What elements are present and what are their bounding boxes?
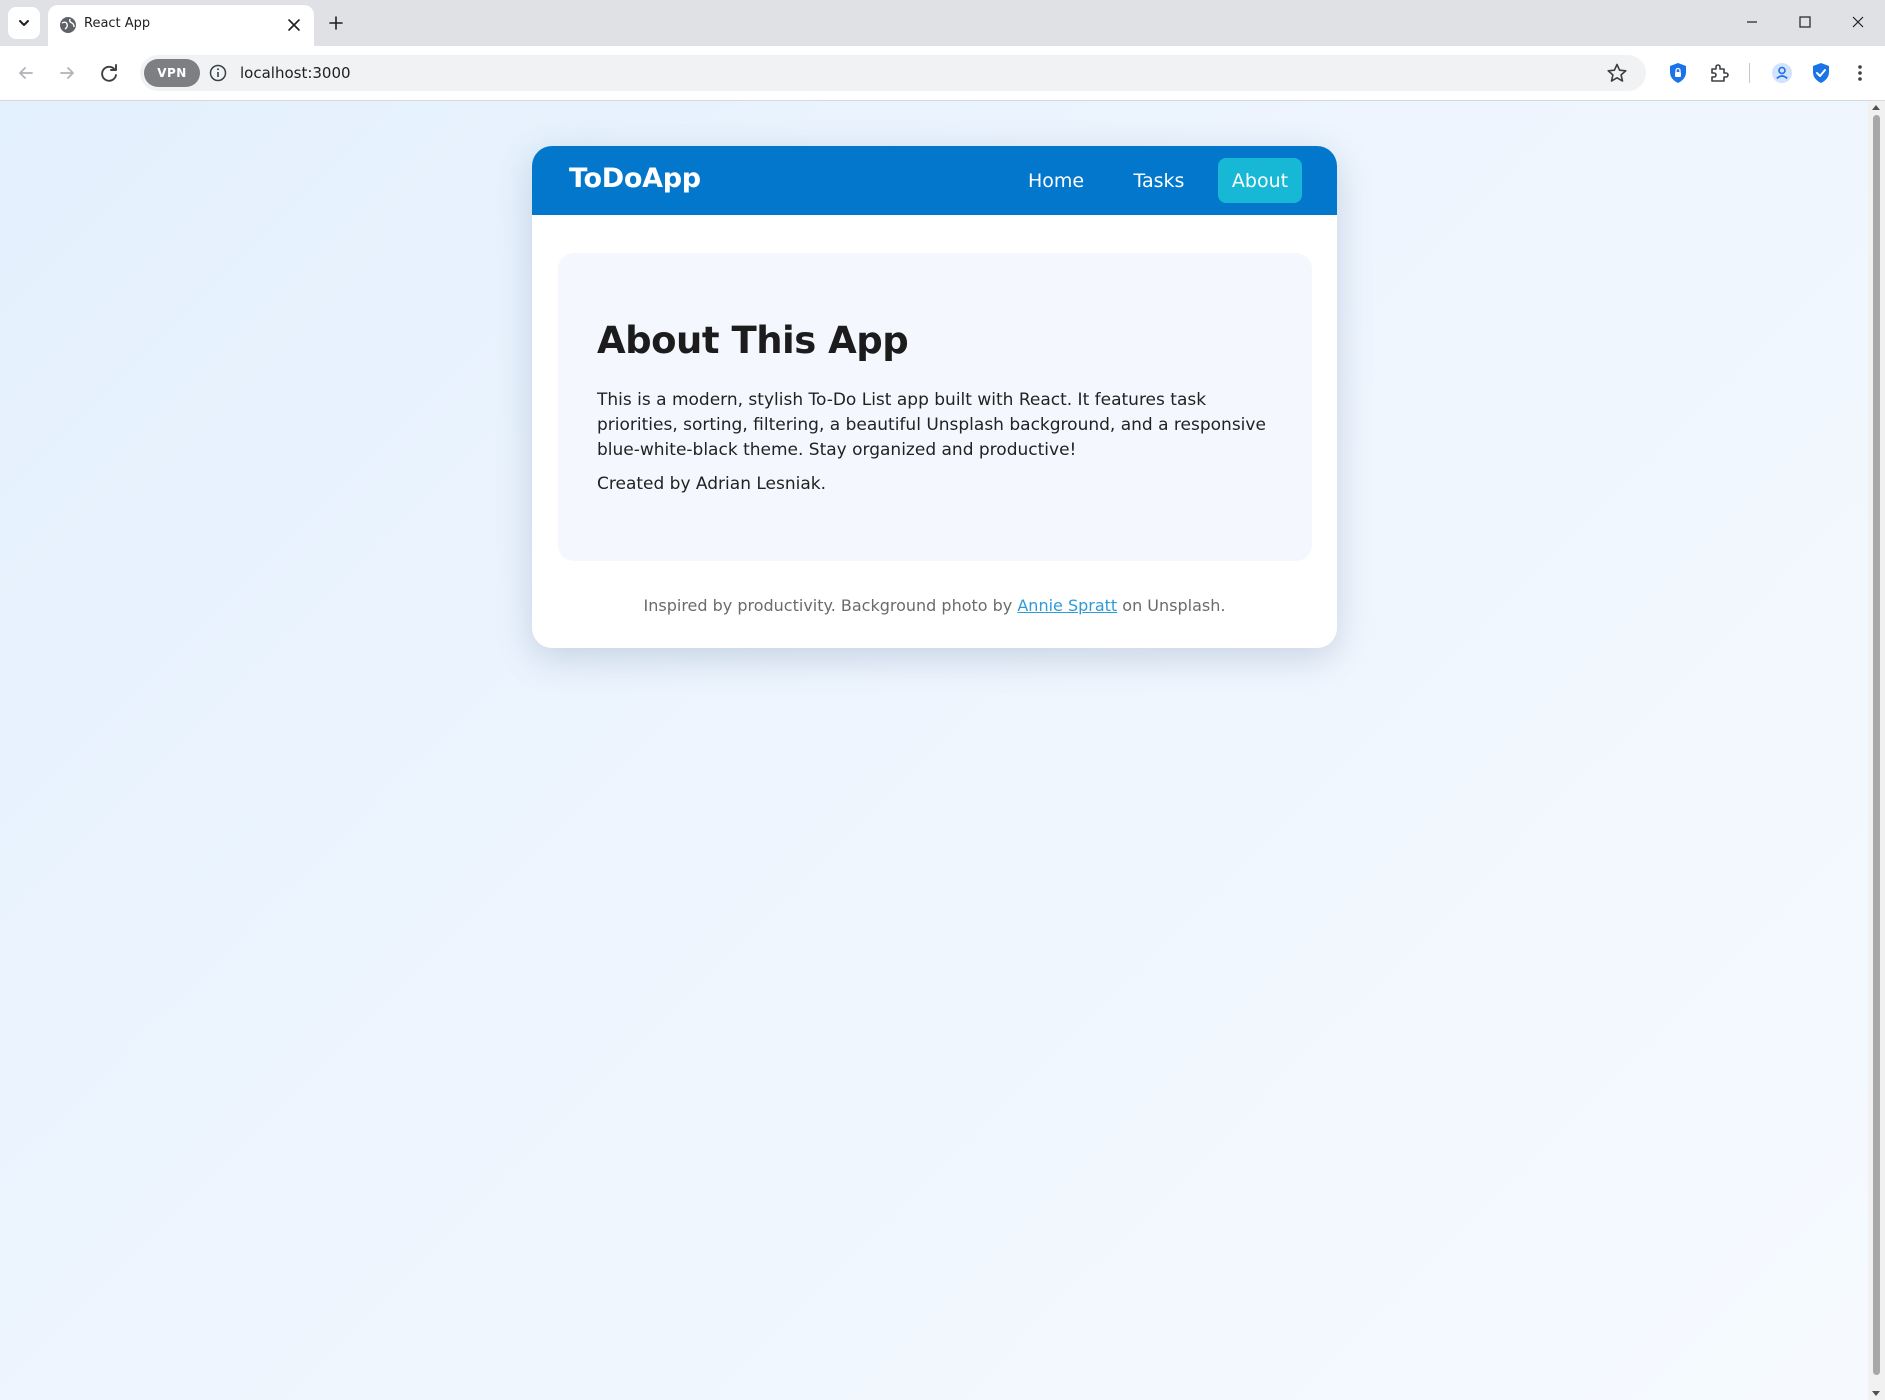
toolbar-divider (1749, 63, 1750, 83)
app-card: ToDoApp Home Tasks About About This App … (532, 146, 1337, 648)
browser-window: React App VPN localhost:3000 ToDoApp Hom… (0, 0, 1885, 1400)
profile-icon (1772, 63, 1792, 83)
vpn-label: VPN (157, 66, 187, 80)
vpn-button[interactable]: VPN (144, 59, 200, 87)
footer: Inspired by productivity. Background pho… (532, 596, 1337, 615)
tab-title: React App (84, 16, 151, 31)
url-text[interactable]: localhost:3000 (240, 64, 351, 82)
footer-prefix: Inspired by productivity. Background pho… (643, 596, 1018, 615)
photographer-link[interactable]: Annie Spratt (1017, 596, 1117, 615)
reload-icon (101, 64, 117, 82)
minimize-icon (1747, 21, 1757, 23)
browser-toolbar: VPN localhost:3000 (0, 46, 1885, 101)
maximize-icon (1799, 16, 1811, 28)
scrollbar[interactable] (1868, 101, 1885, 1400)
security-extension-button[interactable] (1805, 57, 1837, 89)
chevron-down-icon (19, 20, 29, 26)
author-credit: Created by Adrian Lesniak. (597, 474, 827, 494)
browser-tab[interactable]: React App (48, 5, 314, 46)
window-close-button[interactable] (1832, 0, 1884, 44)
close-icon (1852, 16, 1864, 28)
info-icon[interactable] (208, 63, 228, 83)
nav-about-link[interactable]: About (1218, 158, 1302, 203)
globe-icon (60, 17, 76, 33)
shield-extension-button[interactable] (1662, 57, 1694, 89)
page-viewport: ToDoApp Home Tasks About About This App … (0, 101, 1868, 1400)
scroll-down-arrow[interactable] (1872, 1391, 1880, 1396)
tab-strip: React App (0, 0, 1885, 46)
profile-button[interactable] (1766, 57, 1798, 89)
star-icon (1607, 63, 1627, 82)
bookmark-button[interactable] (1604, 60, 1630, 86)
forward-button[interactable] (51, 57, 83, 89)
kebab-menu-icon (1858, 65, 1862, 81)
arrow-right-icon (60, 67, 74, 79)
maximize-button[interactable] (1779, 0, 1831, 44)
tab-close-button[interactable] (282, 13, 306, 37)
about-panel: About This App This is a modern, stylish… (558, 253, 1312, 561)
address-bar[interactable]: VPN localhost:3000 (140, 55, 1646, 91)
shield-lock-icon (1670, 63, 1686, 83)
about-description: This is a modern, stylish To-Do List app… (597, 390, 1266, 460)
puzzle-icon (1711, 64, 1729, 82)
minimize-button[interactable] (1726, 0, 1778, 44)
arrow-left-icon (19, 67, 33, 79)
tab-search-button[interactable] (8, 7, 40, 39)
nav-tasks-link[interactable]: Tasks (1113, 158, 1205, 203)
footer-suffix: on Unsplash. (1117, 596, 1226, 615)
scroll-up-arrow[interactable] (1872, 105, 1880, 110)
navbar: ToDoApp Home Tasks About (532, 146, 1337, 215)
new-tab-button[interactable] (322, 9, 350, 37)
browser-menu-button[interactable] (1844, 57, 1876, 89)
reload-button[interactable] (93, 57, 125, 89)
page-title: About This App (597, 319, 909, 362)
back-button[interactable] (10, 57, 42, 89)
scrollbar-thumb[interactable] (1873, 115, 1880, 1375)
extensions-button[interactable] (1703, 57, 1735, 89)
brand-logo[interactable]: ToDoApp (569, 163, 701, 194)
nav-home-link[interactable]: Home (1007, 158, 1105, 203)
close-icon (288, 19, 300, 31)
shield-check-icon (1813, 63, 1829, 83)
plus-icon (329, 16, 343, 30)
